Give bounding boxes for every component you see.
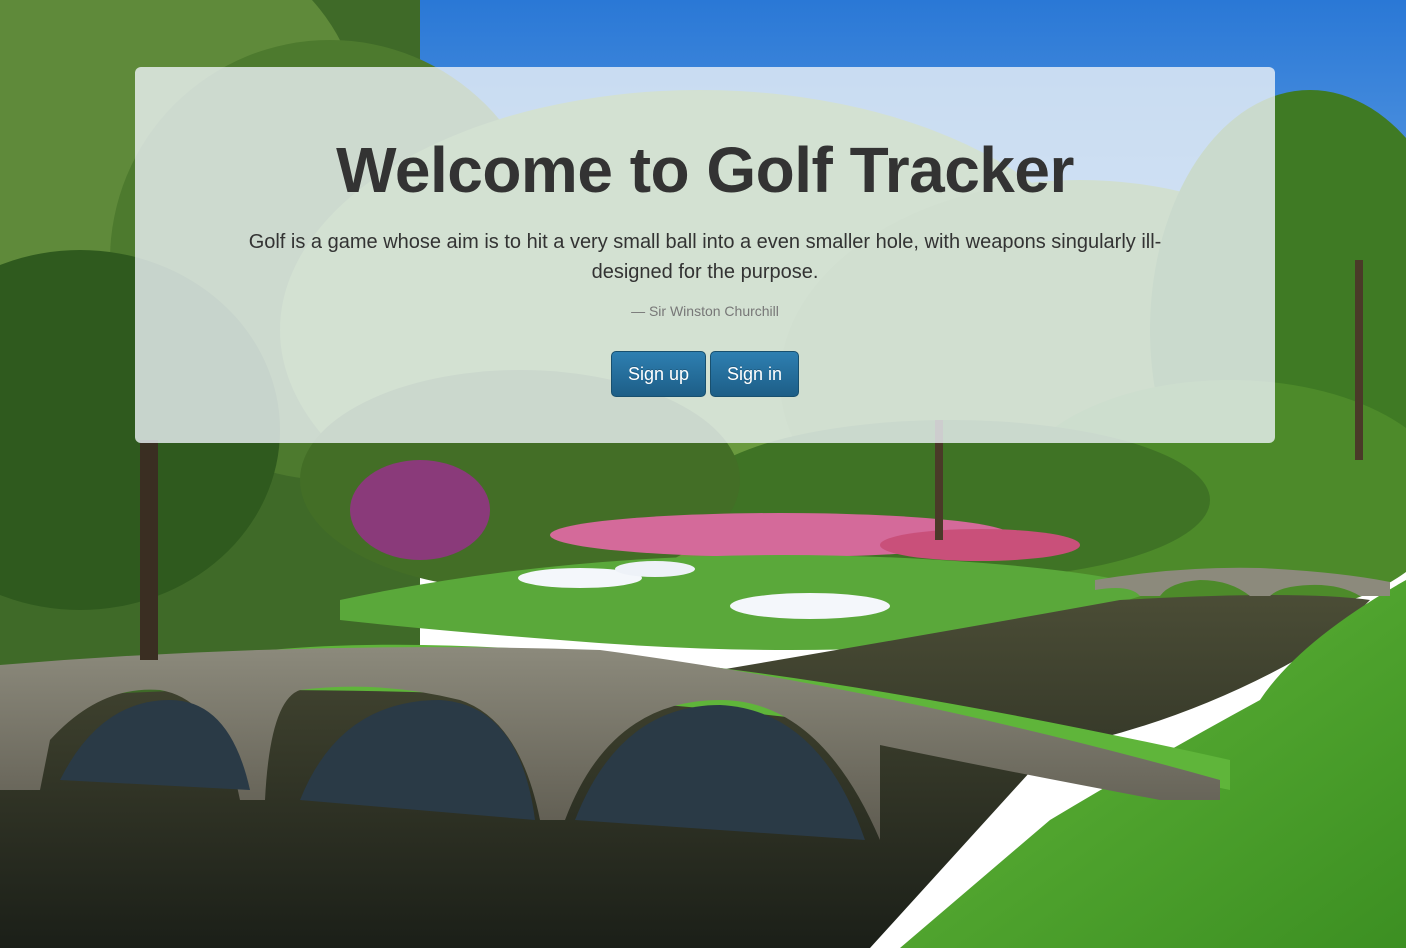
quote-text: Golf is a game whose aim is to hit a ver…	[248, 231, 1162, 283]
auth-button-group: Sign up Sign in	[135, 351, 1275, 397]
page-title: Welcome to Golf Tracker	[336, 134, 1074, 206]
welcome-panel: Welcome to Golf Tracker Golf is a game w…	[135, 67, 1275, 443]
quote-author: — Sir Winston Churchill	[631, 303, 779, 319]
sign-up-button[interactable]: Sign up	[610, 351, 706, 397]
sign-in-button[interactable]: Sign in	[710, 351, 800, 397]
